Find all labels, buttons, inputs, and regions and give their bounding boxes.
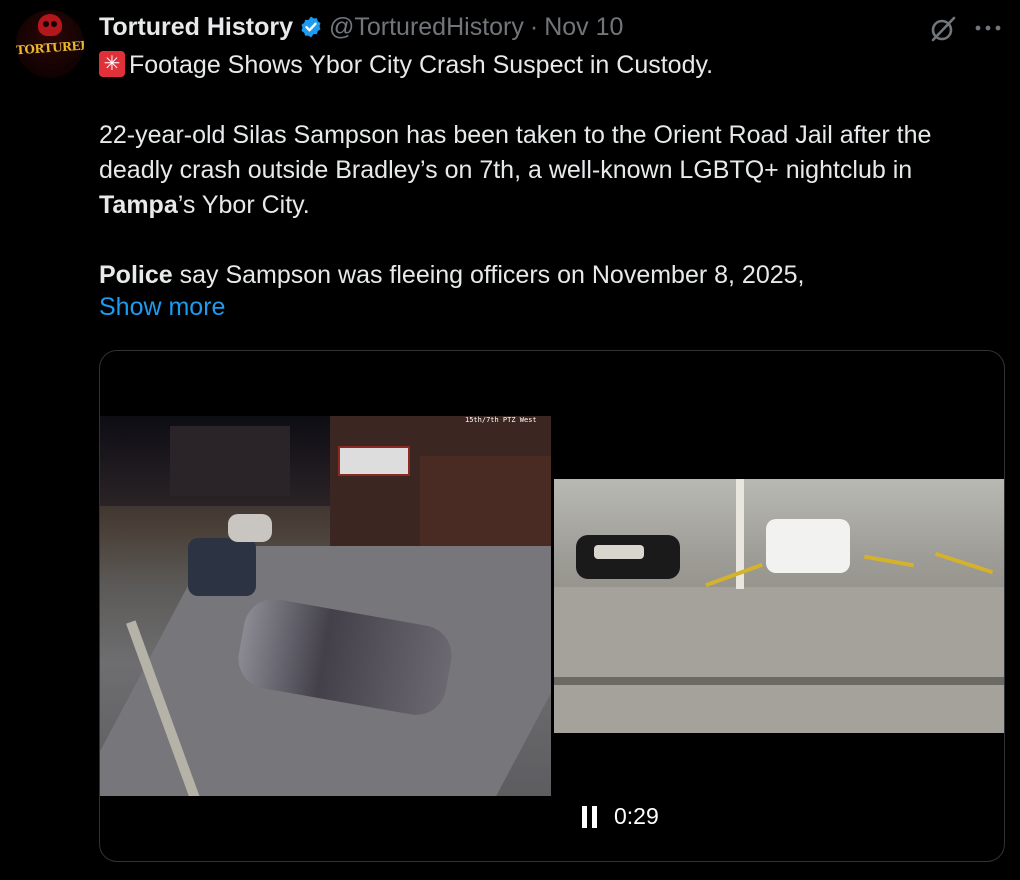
avatar[interactable]: TORTURED: [16, 10, 84, 78]
tweet-header: Tortured History @TorturedHistory · Nov …: [99, 10, 623, 44]
street-camera-footage: 15th/7th PTZ West: [100, 416, 551, 796]
playback-controls: 0:29: [582, 803, 659, 830]
more-icon[interactable]: [974, 20, 1002, 36]
para1-text-end: ’s Ybor City.: [177, 191, 310, 219]
tweet-title-line: Footage Shows Ybor City Crash Suspect in…: [99, 48, 1004, 83]
tweet-date[interactable]: Nov 10: [544, 13, 623, 42]
siren-emoji-icon: [99, 51, 125, 77]
tweet-text: Footage Shows Ybor City Crash Suspect in…: [99, 48, 1004, 293]
camera-caption: 15th/7th PTZ West: [465, 416, 537, 424]
verified-badge-icon: [301, 16, 321, 38]
garage-camera-footage: [554, 479, 1004, 733]
separator-dot: ·: [529, 12, 539, 41]
video-timecode: 0:29: [614, 803, 659, 829]
avatar-logo-text: TORTURED: [16, 38, 84, 58]
grok-icon[interactable]: [928, 14, 958, 44]
display-name[interactable]: Tortured History: [99, 13, 293, 42]
video-player[interactable]: 15th/7th PTZ West 0:29: [99, 350, 1005, 862]
para2-text: say Sampson was fleeing officers on Nove…: [172, 261, 805, 289]
para2-bold: Police: [99, 261, 173, 289]
paragraph-2: Police say Sampson was fleeing officers …: [99, 258, 1004, 293]
paragraph-1: 22-year-old Silas Sampson has been taken…: [99, 118, 1004, 223]
title-text: Footage Shows Ybor City Crash Suspect in…: [129, 51, 714, 79]
show-more-link[interactable]: Show more: [99, 293, 225, 322]
pause-icon[interactable]: [582, 805, 598, 828]
skull-icon: [38, 14, 62, 36]
para1-bold: Tampa: [99, 191, 178, 219]
user-handle[interactable]: @TorturedHistory: [329, 13, 524, 42]
para1-text: 22-year-old Silas Sampson has been taken…: [99, 121, 932, 184]
